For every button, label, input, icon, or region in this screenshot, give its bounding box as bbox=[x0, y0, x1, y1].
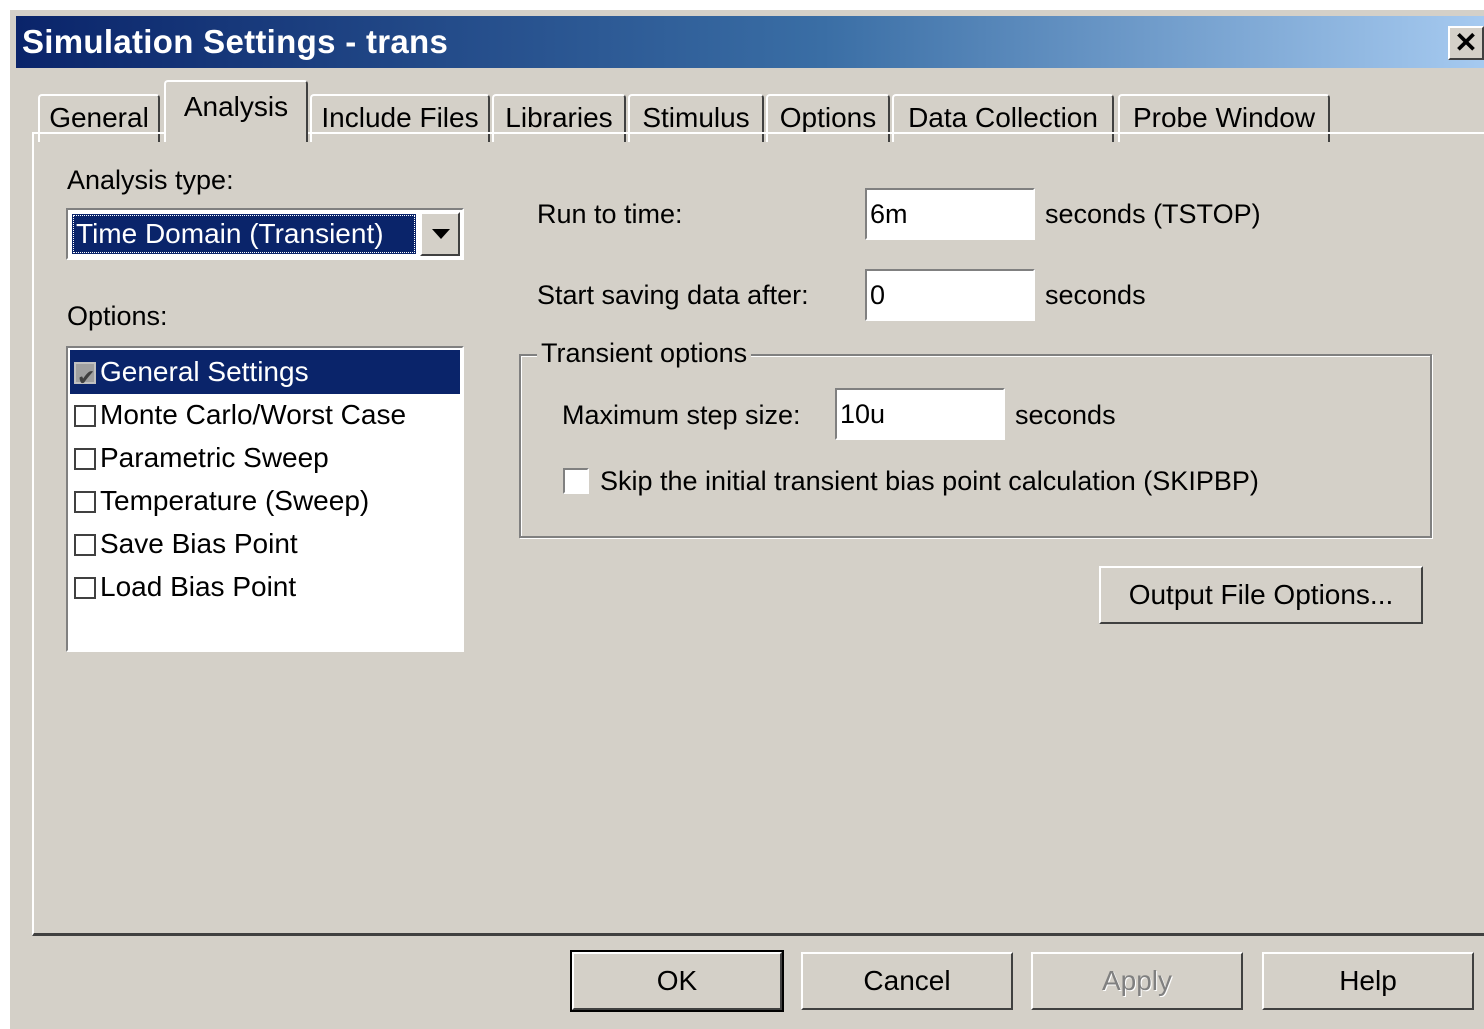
option-label: Load Bias Point bbox=[100, 571, 297, 602]
max-step-label: Maximum step size: bbox=[562, 400, 801, 430]
tab-label: Include Files bbox=[321, 102, 479, 133]
option-label: Temperature (Sweep) bbox=[100, 485, 370, 516]
run-to-time-input[interactable] bbox=[865, 188, 1035, 240]
option-label: Parametric Sweep bbox=[100, 442, 329, 473]
cancel-button[interactable]: Cancel bbox=[801, 952, 1013, 1010]
start-saving-unit: seconds bbox=[1045, 280, 1146, 310]
tab-analysis[interactable]: Analysis bbox=[164, 80, 308, 142]
transient-options-group bbox=[519, 354, 1432, 538]
title-bar[interactable]: Simulation Settings - trans ✕ bbox=[16, 16, 1484, 68]
option-label: General Settings bbox=[100, 356, 309, 387]
max-step-input[interactable] bbox=[835, 388, 1005, 440]
options-list[interactable]: ✔ General Settings Monte Carlo/Worst Cas… bbox=[66, 346, 464, 652]
skip-bias-checkbox[interactable] bbox=[563, 468, 589, 494]
option-general-settings[interactable]: ✔ General Settings bbox=[70, 350, 460, 394]
run-to-time-label: Run to time: bbox=[537, 199, 683, 229]
checkbox[interactable] bbox=[74, 405, 96, 427]
dropdown-button[interactable] bbox=[420, 212, 460, 256]
checkbox[interactable] bbox=[74, 491, 96, 513]
max-step-unit: seconds bbox=[1015, 400, 1116, 430]
analysis-type-value: Time Domain (Transient) bbox=[72, 214, 416, 254]
analysis-type-label: Analysis type: bbox=[67, 165, 234, 195]
chevron-down-icon bbox=[432, 229, 450, 239]
tab-label: General bbox=[49, 102, 149, 133]
ok-button[interactable]: OK bbox=[570, 950, 784, 1012]
analysis-type-dropdown[interactable]: Time Domain (Transient) bbox=[66, 208, 464, 260]
start-saving-label: Start saving data after: bbox=[537, 280, 809, 310]
help-button[interactable]: Help bbox=[1262, 952, 1474, 1010]
tab-label: Options bbox=[779, 102, 877, 133]
simulation-settings-dialog: Simulation Settings - trans ✕ General An… bbox=[10, 10, 1484, 1029]
run-to-time-unit: seconds (TSTOP) bbox=[1045, 199, 1261, 229]
start-saving-input[interactable] bbox=[865, 269, 1035, 321]
options-label: Options: bbox=[67, 301, 168, 331]
tab-label: Probe Window bbox=[1132, 102, 1316, 133]
option-load-bias-point[interactable]: Load Bias Point bbox=[70, 565, 460, 609]
skip-bias-label: Skip the initial transient bias point ca… bbox=[600, 466, 1259, 496]
checkbox[interactable] bbox=[74, 534, 96, 556]
window-title: Simulation Settings - trans bbox=[22, 23, 449, 60]
checkbox[interactable] bbox=[74, 448, 96, 470]
checkbox[interactable]: ✔ bbox=[74, 362, 96, 390]
transient-options-label: Transient options bbox=[537, 338, 752, 369]
checkbox[interactable] bbox=[74, 577, 96, 599]
tab-label: Data Collection bbox=[908, 102, 1098, 133]
close-icon: ✕ bbox=[1454, 27, 1478, 58]
option-monte-carlo[interactable]: Monte Carlo/Worst Case bbox=[70, 393, 460, 437]
close-button[interactable]: ✕ bbox=[1448, 26, 1484, 60]
apply-button[interactable]: Apply bbox=[1031, 952, 1243, 1010]
option-label: Monte Carlo/Worst Case bbox=[100, 399, 407, 430]
tab-label: Analysis bbox=[183, 91, 289, 122]
option-parametric-sweep[interactable]: Parametric Sweep bbox=[70, 436, 460, 480]
option-save-bias-point[interactable]: Save Bias Point bbox=[70, 522, 460, 566]
option-temperature-sweep[interactable]: Temperature (Sweep) bbox=[70, 479, 460, 523]
tab-label: Stimulus bbox=[642, 102, 750, 133]
option-label: Save Bias Point bbox=[100, 528, 298, 559]
output-file-options-button[interactable]: Output File Options... bbox=[1099, 566, 1423, 624]
tab-label: Libraries bbox=[505, 102, 613, 133]
